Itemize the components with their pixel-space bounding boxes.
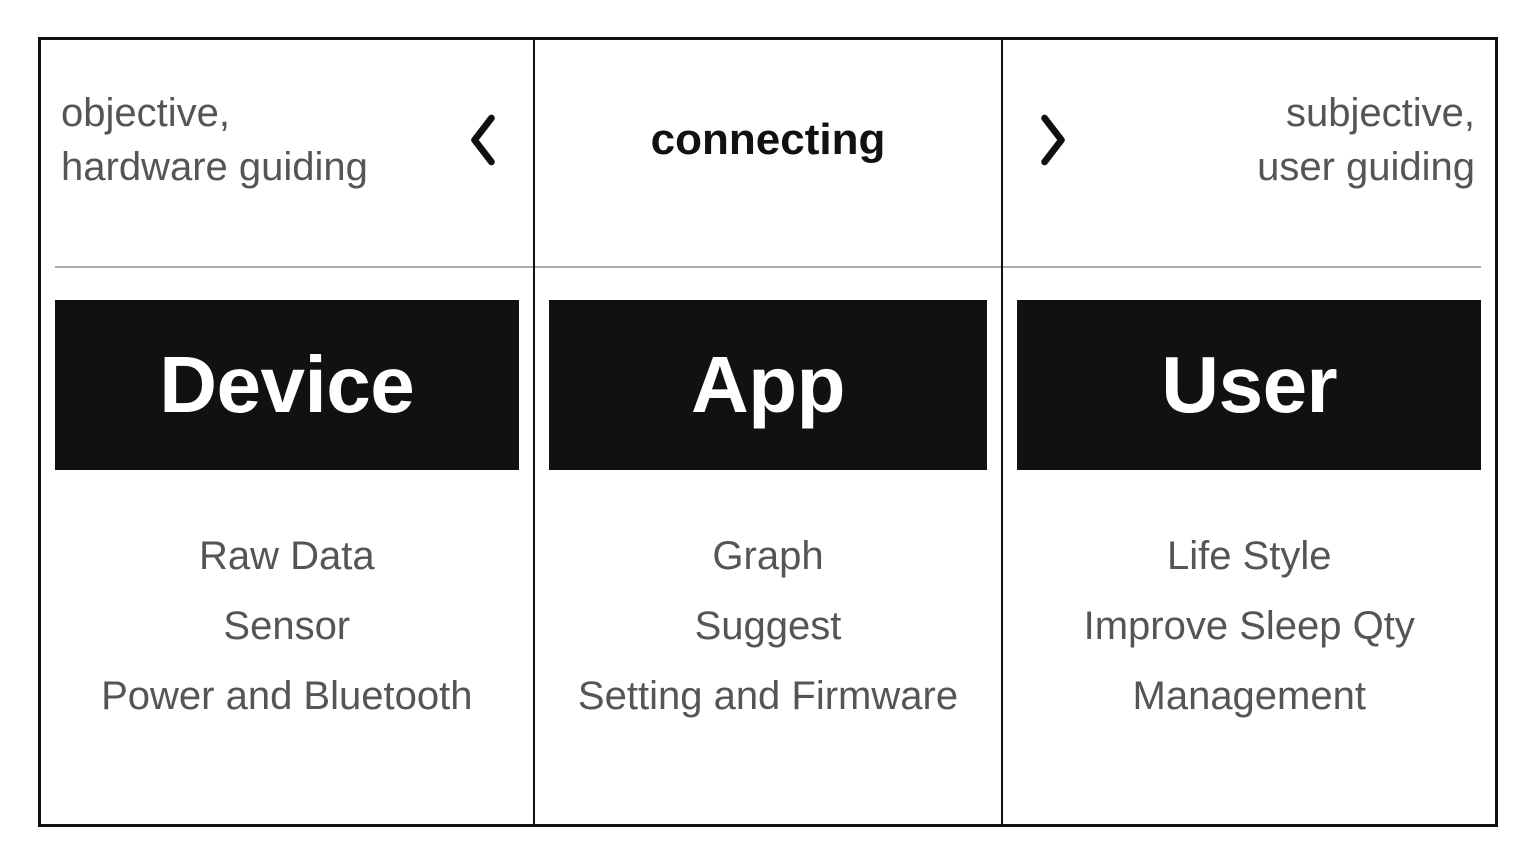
chevron-left-icon	[461, 108, 505, 172]
column-app: connecting App Graph Suggest Setting and…	[533, 40, 1004, 824]
items-device: Raw Data Sensor Power and Bluetooth	[41, 530, 533, 722]
header-center-text: connecting	[555, 115, 982, 165]
header-left-line2: hardware guiding	[61, 145, 368, 189]
diagram-frame: objective, hardware guiding Device Raw D…	[38, 37, 1498, 827]
item-device-0: Raw Data	[199, 530, 375, 582]
items-user: Life Style Improve Sleep Qty Management	[1003, 530, 1495, 722]
item-app-0: Graph	[712, 530, 823, 582]
title-user: User	[1017, 300, 1481, 470]
item-user-1: Improve Sleep Qty	[1084, 600, 1415, 652]
header-right: subjective, user guiding	[1003, 40, 1495, 240]
item-app-2: Setting and Firmware	[578, 670, 958, 722]
header-right-text: subjective, user guiding	[1187, 86, 1475, 194]
item-user-0: Life Style	[1167, 530, 1332, 582]
header-center: connecting	[535, 40, 1002, 240]
item-user-2: Management	[1133, 670, 1366, 722]
header-left-line1: objective,	[61, 91, 230, 135]
header-right-line1: subjective,	[1286, 91, 1475, 135]
header-right-line2: user guiding	[1257, 145, 1475, 189]
header-left-text: objective, hardware guiding	[61, 86, 438, 194]
items-app: Graph Suggest Setting and Firmware	[535, 530, 1002, 722]
column-user: subjective, user guiding User Life Style…	[1003, 40, 1495, 824]
chevron-right-icon	[1031, 108, 1075, 172]
item-device-1: Sensor	[223, 600, 350, 652]
header-left: objective, hardware guiding	[41, 40, 533, 240]
title-device: Device	[55, 300, 519, 470]
item-device-2: Power and Bluetooth	[101, 670, 472, 722]
column-device: objective, hardware guiding Device Raw D…	[41, 40, 533, 824]
title-app: App	[549, 300, 988, 470]
item-app-1: Suggest	[695, 600, 842, 652]
